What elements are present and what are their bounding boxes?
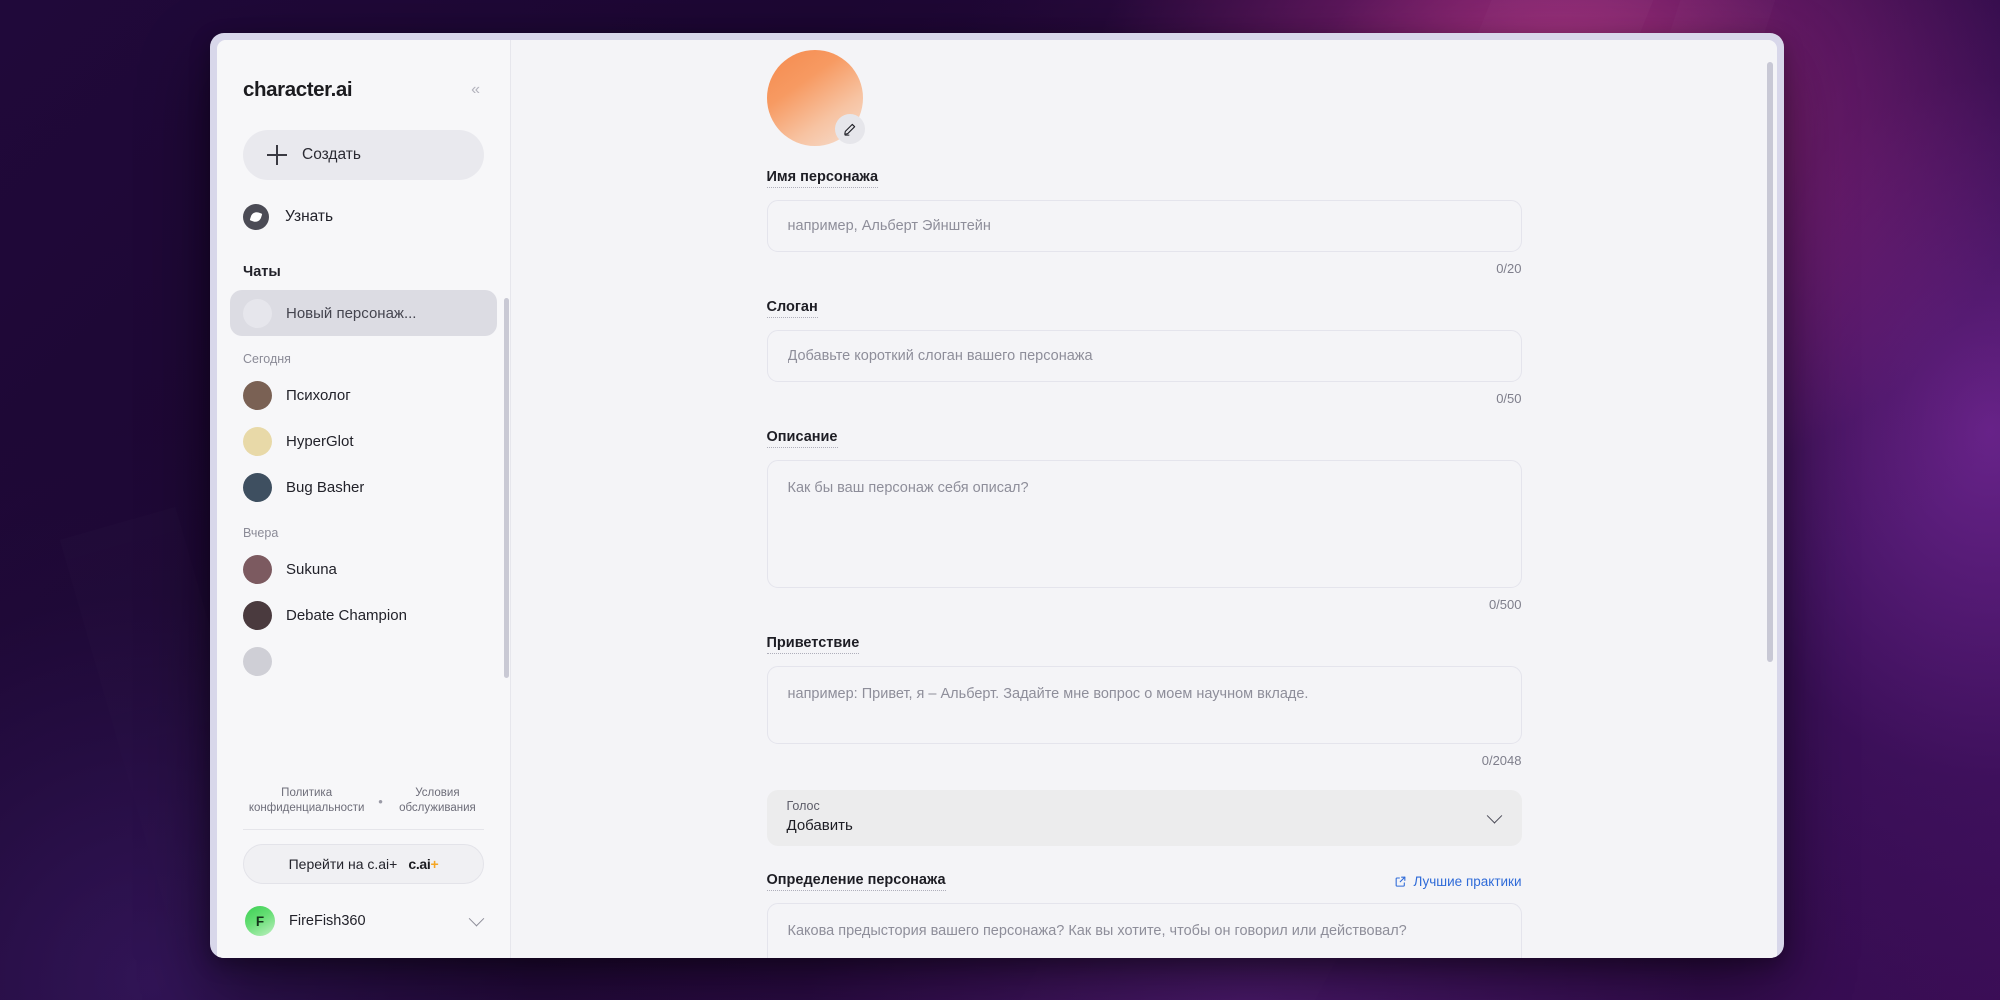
- character-greeting-input[interactable]: [766, 666, 1522, 744]
- chat-item-label: Sukuna: [286, 560, 337, 578]
- field-definition: Определение персонажа Лучшие практики: [766, 872, 1522, 958]
- chat-item[interactable]: [230, 638, 497, 684]
- explore-label: Узнать: [285, 208, 334, 225]
- best-practices-label: Лучшие практики: [1413, 874, 1522, 889]
- chat-item[interactable]: Debate Champion: [230, 592, 497, 638]
- character-tagline-counter: 0/50: [1496, 391, 1522, 406]
- voice-select-value: Добавить: [786, 817, 853, 834]
- upgrade-button[interactable]: Перейти на c.ai+ c.ai+: [243, 844, 484, 884]
- sidebar-item-explore[interactable]: Узнать: [243, 200, 484, 234]
- field-description: Описание: [766, 428, 1522, 588]
- plus-icon: [267, 145, 287, 165]
- cai-plus-logo: c.ai+: [408, 856, 438, 872]
- avatar: [243, 298, 272, 328]
- cai-logo-text: c.ai: [408, 856, 431, 872]
- compass-icon: [243, 204, 269, 230]
- legal-links: Политика конфиденциальности • Условия об…: [243, 774, 484, 829]
- chat-item[interactable]: Sukuna: [230, 546, 497, 592]
- edit-avatar-button[interactable]: [834, 114, 865, 144]
- chat-item[interactable]: Психолог: [230, 372, 497, 418]
- field-name-label: Имя персонажа: [766, 169, 879, 188]
- chat-item-label: Новый персонаж...: [286, 304, 417, 322]
- character-greeting-counter: 0/2048: [1481, 753, 1522, 768]
- chat-group-day-label: Вчера: [243, 526, 279, 540]
- avatar: [243, 472, 272, 502]
- character-tagline-input[interactable]: [766, 330, 1522, 382]
- chats-section-title: Чаты: [243, 264, 281, 280]
- field-description-label: Описание: [766, 429, 838, 448]
- chat-item-label: Bug Basher: [286, 478, 365, 496]
- field-greeting-label: Приветствие: [766, 635, 860, 654]
- main-scrollbar[interactable]: [1767, 62, 1773, 662]
- privacy-policy-link[interactable]: Политика конфиденциальности: [243, 786, 370, 817]
- sidebar-footer: Политика конфиденциальности • Условия об…: [217, 774, 510, 958]
- create-button[interactable]: Создать: [243, 130, 484, 180]
- user-profile-row[interactable]: F FireFish360: [243, 902, 485, 940]
- cai-logo-plus: +: [430, 856, 439, 872]
- avatar: [243, 554, 272, 584]
- sidebar-header: character.ai «: [217, 40, 510, 102]
- main-content: Имя персонажа 0/20 Слоган 0/50 Описание: [511, 40, 1777, 958]
- field-tagline: Слоган: [766, 298, 1522, 382]
- create-button-label: Создать: [302, 146, 361, 163]
- field-greeting: Приветствие: [766, 634, 1522, 744]
- field-tagline-label: Слоган: [766, 299, 818, 318]
- desktop-background: character.ai « Создать Узнать Чаты Новый…: [0, 0, 2000, 1000]
- app-logo: character.ai: [243, 78, 353, 101]
- user-name: FireFish360: [289, 913, 366, 929]
- sidebar-scrollbar[interactable]: [504, 298, 509, 678]
- character-creation-form: Имя персонажа 0/20 Слоган 0/50 Описание: [766, 40, 1522, 958]
- character-definition-input[interactable]: [766, 903, 1522, 958]
- avatar: [243, 646, 272, 676]
- chat-list: Новый персонаж... Сегодня Психолог HyperGlo…: [217, 290, 510, 692]
- upgrade-button-label: Перейти на c.ai+: [288, 856, 398, 872]
- chat-item[interactable]: HyperGlot: [230, 418, 497, 464]
- chat-item[interactable]: Bug Basher: [230, 464, 497, 510]
- character-description-counter: 0/500: [1488, 597, 1522, 612]
- footer-divider: [243, 829, 484, 830]
- avatar: F: [245, 906, 275, 936]
- voice-select-label: Голос: [786, 799, 820, 813]
- avatar: [243, 600, 272, 630]
- chat-item-label: Психолог: [286, 386, 351, 404]
- character-avatar-block: [766, 50, 865, 146]
- character-name-input[interactable]: [766, 200, 1522, 252]
- terms-of-service-link[interactable]: Условия обслуживания: [391, 786, 484, 817]
- definition-label-row: Определение персонажа Лучшие практики: [766, 872, 1522, 903]
- sidebar: character.ai « Создать Узнать Чаты Новый…: [217, 40, 511, 958]
- field-definition-label: Определение персонажа: [766, 872, 946, 891]
- voice-select[interactable]: Голос Добавить: [766, 790, 1522, 846]
- character-name-counter: 0/20: [1496, 261, 1522, 276]
- external-link-icon: [1395, 876, 1405, 887]
- chevron-down-icon: [468, 910, 485, 926]
- chat-item-label: HyperGlot: [286, 432, 354, 450]
- avatar: [243, 426, 272, 456]
- best-practices-link[interactable]: Лучшие практики: [1394, 874, 1522, 889]
- character-description-input[interactable]: [766, 460, 1522, 588]
- legal-separator: •: [378, 793, 383, 809]
- browser-window: character.ai « Создать Узнать Чаты Новый…: [210, 33, 1784, 958]
- chat-list-scroll-area: Новый персонаж... Сегодня Психолог HyperGlo…: [217, 290, 510, 774]
- app-viewport: character.ai « Создать Узнать Чаты Новый…: [217, 40, 1777, 958]
- field-name: Имя персонажа: [766, 168, 1522, 252]
- chat-item-label: Debate Champion: [286, 606, 407, 624]
- pencil-icon: [844, 123, 856, 136]
- chat-group-day-label: Сегодня: [243, 352, 291, 366]
- avatar: [243, 380, 272, 410]
- chat-item-active[interactable]: Новый персонаж...: [230, 290, 497, 336]
- collapse-sidebar-icon[interactable]: «: [465, 78, 484, 102]
